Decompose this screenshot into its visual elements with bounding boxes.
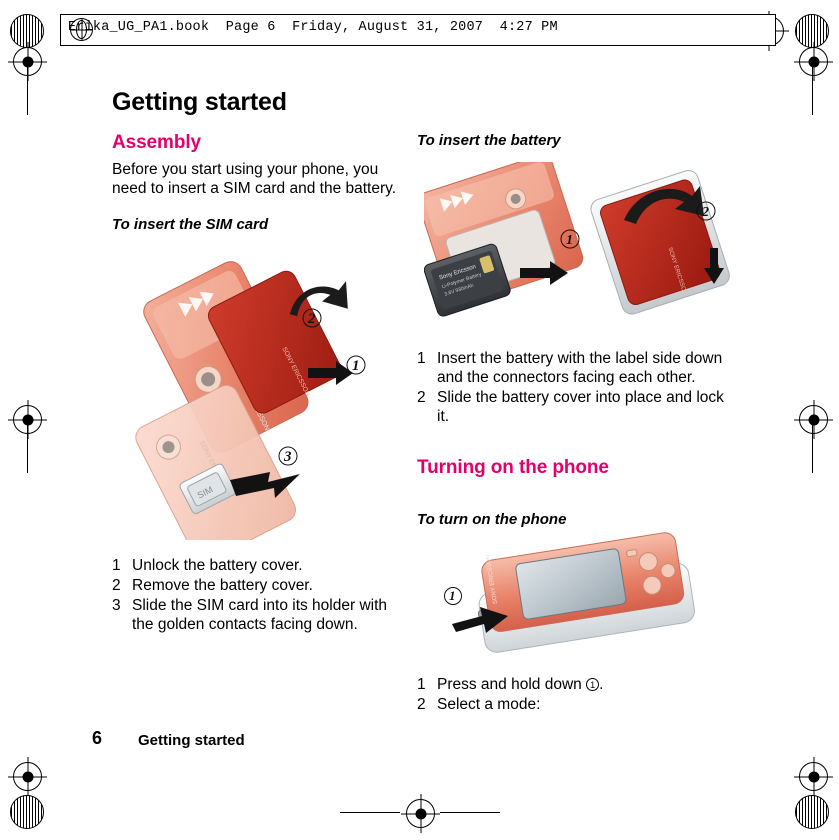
step-number: 1 [417, 350, 426, 367]
step-text-suffix: . [599, 676, 604, 693]
list-item: 2 Remove the battery cover. [112, 576, 404, 595]
step-text: Unlock the battery cover. [132, 557, 303, 574]
svg-text:1: 1 [352, 358, 360, 374]
step-number: 3 [112, 597, 121, 614]
svg-text:1: 1 [449, 588, 456, 603]
step-number: 1 [417, 676, 426, 693]
battery-steps-list: 1 Insert the battery with the label side … [417, 349, 737, 427]
procedure-heading-insert-sim: To insert the SIM card [112, 216, 269, 233]
list-item: 2 Slide the battery cover into place and … [417, 388, 737, 426]
figure-turn-on-phone: SONY ERICSSON 1 [424, 528, 724, 658]
turn-on-steps-list: 1 Press and hold down 1. 2 Select a mode: [417, 675, 737, 715]
footer-page-number: 6 [92, 728, 103, 748]
power-key-icon: 1 [586, 678, 600, 691]
section-heading-turning-on: Turning on the phone [417, 457, 609, 478]
step-text: Remove the battery cover. [132, 577, 313, 594]
step-text: Insert the battery with the label side d… [437, 350, 723, 386]
svg-text:2: 2 [307, 311, 316, 327]
left-steps-list: 1 Unlock the battery cover. 2 Remove the b… [112, 556, 404, 635]
manual-page: Erika_UG_PA1.book Page 6 Friday, August … [0, 0, 839, 840]
step-number: 1 [112, 557, 121, 574]
step-number: 2 [417, 696, 426, 713]
right-column: To insert the battery [417, 132, 737, 149]
step-text: Slide the battery cover into place and l… [437, 389, 724, 425]
step-text: Press and hold down [437, 676, 587, 693]
list-item: 2 Select a mode: [417, 695, 737, 714]
page-content: Getting started Assembly Before you star… [0, 0, 839, 840]
figure-insert-battery: Sony Ericsson Li-Polymer Battery 3.6V 93… [424, 162, 734, 338]
step-number: 2 [417, 389, 426, 406]
step-number: 2 [112, 577, 121, 594]
assembly-intro-text: Before you start using your phone, you n… [112, 161, 397, 197]
section-heading-assembly: Assembly [112, 132, 201, 153]
list-item: 3 Slide the SIM card into its holder with… [112, 596, 404, 634]
step-text: Select a mode: [437, 696, 541, 713]
step-text: Slide the SIM card into its holder with … [132, 597, 388, 633]
callout-1: 1 [346, 355, 366, 375]
procedure-heading-turn-on: To turn on the phone [417, 511, 567, 528]
procedure-heading-insert-battery: To insert the battery [417, 132, 561, 149]
list-item: 1 Unlock the battery cover. [112, 556, 404, 575]
list-item: 1 Insert the battery with the label side … [417, 349, 737, 387]
callout-3: 3 [278, 446, 298, 466]
svg-text:3: 3 [283, 449, 292, 465]
svg-text:1: 1 [566, 233, 573, 248]
footer-chapter: Getting started [138, 732, 245, 749]
page-title: Getting started [112, 88, 287, 116]
figure-insert-sim-card: SONY ERICSSON SONY ERICSSON 2 1 [112, 258, 404, 540]
svg-text:2: 2 [701, 205, 709, 220]
callout-1: 1 [444, 587, 462, 605]
left-column: Assembly Before you start using your pho… [112, 132, 404, 233]
list-item: 1 Press and hold down 1. [417, 675, 737, 694]
